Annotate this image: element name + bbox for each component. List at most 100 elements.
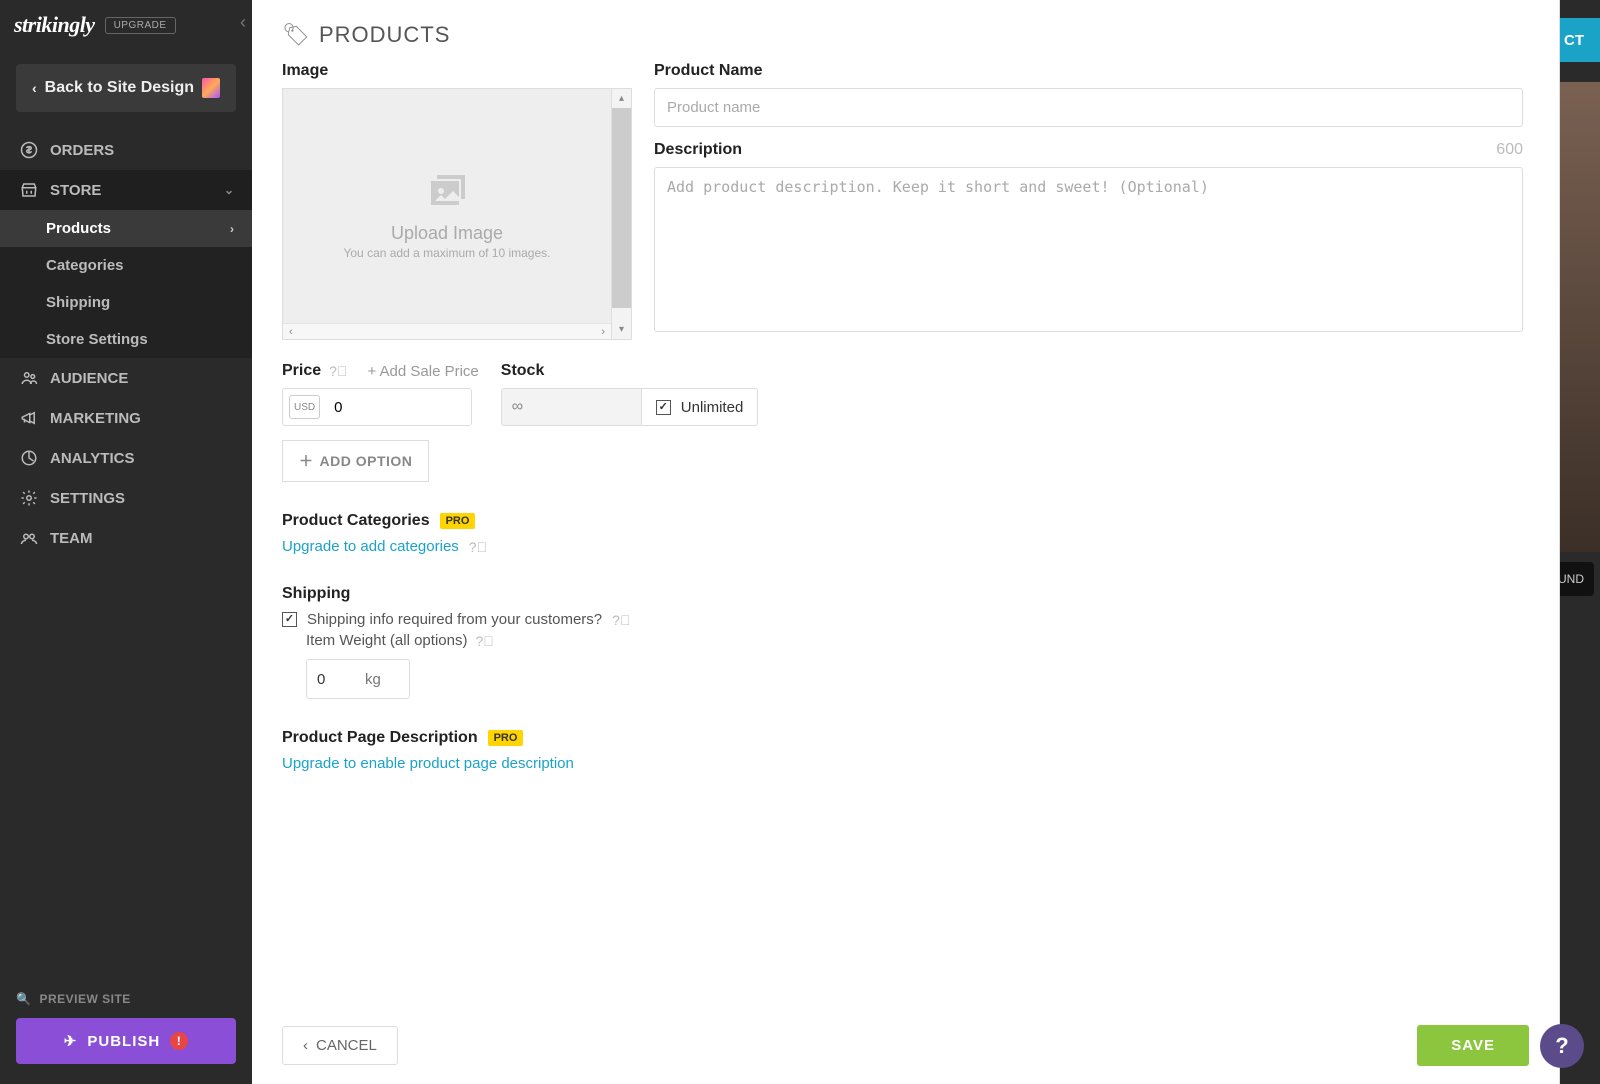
pro-badge: PRO [440,513,476,529]
item-weight-label: Item Weight (all options) [306,632,467,649]
plus-icon: ＋ [299,451,314,471]
collapse-sidebar-icon[interactable]: ‹ [240,12,246,33]
back-to-site-design-button[interactable]: ‹ Back to Site Design [16,64,236,112]
panel-footer: ‹ CANCEL SAVE [282,1007,1529,1066]
subnav-categories[interactable]: Categories [0,247,252,284]
nav-store[interactable]: STORE ⌄ [0,170,252,210]
shipping-required-checkbox[interactable] [282,612,297,627]
site-doc-icon [202,78,220,98]
categories-section: Product Categories PRO Upgrade to add ca… [282,512,1523,555]
image-drop-zone[interactable]: Upload Image You can add a maximum of 10… [283,89,611,339]
scroll-up-icon[interactable]: ▴ [619,89,624,108]
help-fab[interactable]: ? [1540,1024,1584,1068]
paper-plane-icon: ✈ [64,1032,78,1050]
panel-title-text: PRODUCTS [319,22,450,48]
name-label: Product Name [654,62,1523,80]
scroll-right-icon[interactable]: › [601,326,605,338]
nav-label: TEAM [50,530,93,547]
desc-label: Description [654,141,742,159]
scroll-down-icon[interactable]: ▾ [619,320,624,339]
top-row: Image Upload Image You can add a maximum… [282,62,1523,340]
store-submenu: Products › Categories Shipping Store Set… [0,210,252,358]
categories-title: Product Categories [282,512,430,530]
team-icon [18,529,40,547]
nav: ORDERS STORE ⌄ Products › Categories Shi… [0,130,252,980]
nav-team[interactable]: TEAM [0,518,252,558]
pro-badge: PRO [488,730,524,746]
nav-orders[interactable]: ORDERS [0,130,252,170]
nav-label: ORDERS [50,142,114,159]
nav-marketing[interactable]: MARKETING [0,398,252,438]
upgrade-page-desc-link[interactable]: Upgrade to enable product page descripti… [282,755,574,772]
page-desc-section: Product Page Description PRO Upgrade to … [282,729,1523,773]
bg-image-strip [1556,82,1600,552]
nav-label: AUDIENCE [50,370,128,387]
help-icon[interactable]: ?⃝ [469,539,487,555]
nav-settings[interactable]: SETTINGS [0,478,252,518]
add-option-button[interactable]: ＋ ADD OPTION [282,440,429,482]
name-desc-col: Product Name Description 600 [654,62,1523,340]
subnav-store-settings[interactable]: Store Settings [0,321,252,358]
stock-block: Stock Unlimited [501,362,759,426]
price-stock-row: Price ?⃝ + Add Sale Price USD Stock [282,362,1523,426]
chevron-left-icon: ‹ [32,80,37,96]
image-vscroll[interactable]: ▴ ▾ [611,89,631,339]
description-textarea[interactable] [654,167,1523,332]
stock-input-group: Unlimited [501,388,759,426]
unlimited-label: Unlimited [681,399,744,416]
subnav-label: Categories [46,257,124,274]
weight-unit: kg [365,671,391,688]
price-field[interactable] [326,389,472,425]
nav-analytics[interactable]: ANALYTICS [0,438,252,478]
subnav-products[interactable]: Products › [0,210,252,247]
cancel-button[interactable]: ‹ CANCEL [282,1026,398,1065]
image-hscroll[interactable]: ‹ › [283,323,611,339]
save-button[interactable]: SAVE [1417,1025,1529,1066]
nav-label: MARKETING [50,410,141,427]
unlimited-toggle[interactable]: Unlimited [641,388,759,426]
image-label: Image [282,62,632,80]
dollar-icon [18,141,40,159]
add-option-label: ADD OPTION [320,453,413,469]
audience-icon [18,369,40,387]
cancel-label: CANCEL [316,1037,377,1054]
upload-title: Upload Image [391,223,503,244]
add-sale-price-link[interactable]: + Add Sale Price [367,363,478,380]
products-panel: 🏷 PRODUCTS Image Upload Image You can ad… [252,0,1560,1084]
subnav-label: Products [46,220,111,237]
price-input[interactable]: USD [282,388,472,426]
scroll-left-icon[interactable]: ‹ [289,326,293,338]
unlimited-checkbox[interactable] [656,400,671,415]
image-uploader[interactable]: Upload Image You can add a maximum of 10… [282,88,632,340]
desc-label-row: Description 600 [654,141,1523,159]
product-name-input[interactable] [654,88,1523,127]
shipping-required-row[interactable]: Shipping info required from your custome… [282,611,1523,628]
weight-input[interactable]: kg [306,659,410,699]
chevron-left-icon: ‹ [303,1037,308,1054]
nav-label: STORE [50,182,101,199]
help-icon[interactable]: ?⃝ [612,612,630,628]
desc-char-count: 600 [1496,141,1523,159]
panel-title: 🏷 PRODUCTS [282,22,1523,48]
preview-label: PREVIEW SITE [39,992,130,1006]
help-icon[interactable]: ?⃝ [475,633,493,649]
subnav-label: Shipping [46,294,110,311]
preview-site-link[interactable]: 🔍 PREVIEW SITE [16,992,236,1006]
shipping-section: Shipping Shipping info required from you… [282,585,1523,699]
upgrade-categories-link[interactable]: Upgrade to add categories [282,538,459,555]
partial-button[interactable]: CT [1560,18,1600,62]
help-icon[interactable]: ?⃝ [329,363,347,379]
megaphone-icon [18,409,40,427]
upgrade-badge[interactable]: UPGRADE [105,17,176,34]
publish-label: PUBLISH [87,1033,160,1050]
weight-field[interactable] [307,671,365,688]
item-weight-row: Item Weight (all options) ?⃝ [306,632,1523,649]
sidebar: strikingly UPGRADE ‹ ‹ Back to Site Desi… [0,0,252,1084]
nav-audience[interactable]: AUDIENCE [0,358,252,398]
scroll-thumb[interactable] [612,108,631,308]
subnav-shipping[interactable]: Shipping [0,284,252,321]
shipping-required-label: Shipping info required from your custome… [307,611,602,628]
publish-button[interactable]: ✈ PUBLISH ! [16,1018,236,1064]
tag-icon: 🏷 [282,22,311,48]
panel-scroll[interactable]: 🏷 PRODUCTS Image Upload Image You can ad… [282,22,1529,1007]
